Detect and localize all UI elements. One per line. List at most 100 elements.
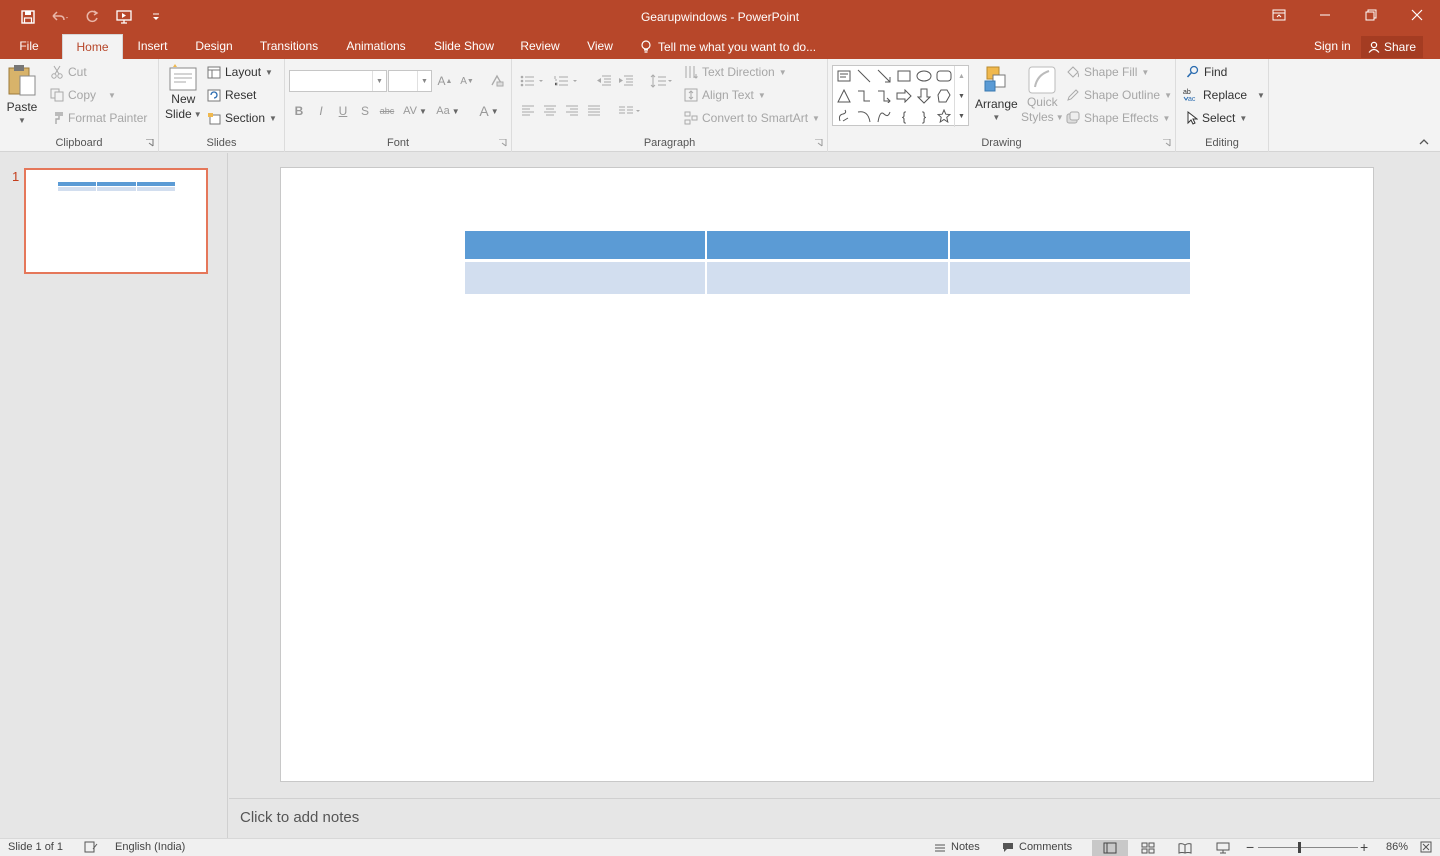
down-arrow-shape-icon[interactable] xyxy=(915,87,933,105)
zoom-out-icon[interactable]: − xyxy=(1246,839,1254,855)
font-name-combo[interactable]: ▼ xyxy=(289,70,387,92)
tab-animations[interactable]: Animations xyxy=(337,34,415,59)
increase-font-size-icon[interactable]: A ▲ xyxy=(435,71,455,91)
slide-thumbnail[interactable] xyxy=(24,168,208,274)
slide-sorter-view-icon[interactable] xyxy=(1130,840,1166,856)
decrease-indent-icon[interactable] xyxy=(594,71,614,91)
paste-button[interactable]: Paste ▼ xyxy=(6,64,38,125)
zoom-level[interactable]: 86% xyxy=(1386,841,1408,853)
sign-in-link[interactable]: Sign in xyxy=(1314,34,1351,59)
pentagon-shape-icon[interactable] xyxy=(935,87,953,105)
slide-show-view-icon[interactable] xyxy=(1205,840,1241,856)
star-shape-icon[interactable] xyxy=(935,107,953,125)
spell-check-icon[interactable] xyxy=(84,841,98,853)
table-cell[interactable] xyxy=(949,231,1190,262)
rectangle-shape-icon[interactable] xyxy=(895,67,913,85)
minimize-icon[interactable] xyxy=(1302,0,1348,30)
gallery-more-icon[interactable]: ▼ xyxy=(955,106,968,126)
drawing-dialog-launcher-icon[interactable] xyxy=(1163,139,1171,147)
language-indicator[interactable]: English (India) xyxy=(115,841,185,853)
shape-effects-button[interactable]: Shape Effects ▼ xyxy=(1066,111,1170,125)
zoom-slider-thumb[interactable] xyxy=(1298,842,1301,853)
table-cell[interactable] xyxy=(949,262,1190,294)
strikethrough-icon[interactable]: abc xyxy=(377,101,397,121)
font-dialog-launcher-icon[interactable] xyxy=(499,139,507,147)
character-spacing-icon[interactable]: AV ▼ xyxy=(401,101,429,121)
change-case-button[interactable]: Aa ▼ xyxy=(433,101,463,121)
justify-icon[interactable] xyxy=(584,101,604,121)
shape-fill-button[interactable]: Shape Fill ▼ xyxy=(1066,65,1149,79)
copy-button[interactable]: Copy ▼ xyxy=(50,88,116,102)
shapes-gallery[interactable]: { } ▲ ▼ ▼ xyxy=(832,65,969,127)
rounded-rectangle-shape-icon[interactable] xyxy=(935,67,953,85)
tab-view[interactable]: View xyxy=(580,34,620,59)
convert-smartart-button[interactable]: Convert to SmartArt ▼ xyxy=(684,111,820,125)
columns-icon[interactable] xyxy=(616,101,644,121)
quick-styles-button[interactable]: Quick Styles ▼ xyxy=(1021,65,1064,125)
collapse-ribbon-icon[interactable] xyxy=(1418,137,1430,147)
left-brace-shape-icon[interactable]: { xyxy=(895,107,913,125)
arc-shape-icon[interactable] xyxy=(855,107,873,125)
right-brace-shape-icon[interactable]: } xyxy=(915,107,933,125)
text-box-shape-icon[interactable] xyxy=(835,67,853,85)
layout-button[interactable]: Layout ▼ xyxy=(207,65,273,79)
tell-me-box[interactable]: Tell me what you want to do... xyxy=(640,34,816,59)
shape-outline-button[interactable]: Shape Outline ▼ xyxy=(1066,88,1172,102)
tab-file[interactable]: File xyxy=(10,34,48,59)
text-shadow-icon[interactable]: S xyxy=(355,101,375,121)
select-button[interactable]: Select ▼ xyxy=(1186,111,1247,125)
notes-pane[interactable]: Click to add notes xyxy=(229,798,1440,838)
arrow-line-shape-icon[interactable] xyxy=(875,67,893,85)
tab-insert[interactable]: Insert xyxy=(130,34,175,59)
right-arrow-shape-icon[interactable] xyxy=(895,87,913,105)
align-text-button[interactable]: Align Text ▼ xyxy=(684,88,766,102)
find-button[interactable]: Find xyxy=(1186,65,1227,79)
table-cell[interactable] xyxy=(707,262,948,294)
table-cell[interactable] xyxy=(465,231,706,262)
numbering-icon[interactable] xyxy=(552,71,582,91)
font-size-dropdown-icon[interactable]: ▼ xyxy=(417,71,431,91)
text-direction-button[interactable]: Text Direction ▼ xyxy=(684,65,787,79)
line-shape-icon[interactable] xyxy=(855,67,873,85)
table-cell[interactable] xyxy=(465,262,706,294)
section-button[interactable]: Section ▼ xyxy=(207,111,277,125)
italic-icon[interactable]: I xyxy=(311,101,331,121)
bold-icon[interactable]: B xyxy=(289,101,309,121)
comments-toggle-button[interactable]: Comments xyxy=(1002,841,1072,853)
slide-canvas[interactable] xyxy=(280,167,1374,782)
oval-shape-icon[interactable] xyxy=(915,67,933,85)
font-color-icon[interactable]: A ▼ xyxy=(475,101,503,121)
normal-view-icon[interactable] xyxy=(1092,840,1128,856)
bullets-icon[interactable] xyxy=(518,71,548,91)
gallery-scroll-up-icon[interactable]: ▲ xyxy=(955,66,968,86)
paragraph-dialog-launcher-icon[interactable] xyxy=(815,139,823,147)
clear-formatting-icon[interactable] xyxy=(487,71,507,91)
tab-review[interactable]: Review xyxy=(514,34,566,59)
underline-icon[interactable]: U xyxy=(333,101,353,121)
zoom-slider[interactable] xyxy=(1258,847,1358,848)
cut-button[interactable]: Cut xyxy=(50,65,87,79)
elbow-arrow-shape-icon[interactable] xyxy=(875,87,893,105)
share-button[interactable]: Share xyxy=(1361,36,1423,58)
reading-view-icon[interactable] xyxy=(1167,840,1203,856)
zoom-in-icon[interactable]: + xyxy=(1360,839,1368,855)
line-spacing-icon[interactable] xyxy=(648,71,676,91)
new-slide-button[interactable]: New Slide ▼ xyxy=(165,64,202,122)
replace-button[interactable]: ab ac Replace ▼ xyxy=(1183,88,1265,102)
close-icon[interactable] xyxy=(1394,0,1440,30)
triangle-shape-icon[interactable] xyxy=(835,87,853,105)
freeform-shape-icon[interactable] xyxy=(835,107,853,125)
ribbon-display-options-icon[interactable] xyxy=(1256,0,1302,30)
font-name-dropdown-icon[interactable]: ▼ xyxy=(372,71,386,91)
align-center-icon[interactable] xyxy=(540,101,560,121)
notes-toggle-button[interactable]: Notes xyxy=(934,841,980,853)
align-left-icon[interactable] xyxy=(518,101,538,121)
curve-shape-icon[interactable] xyxy=(875,107,893,125)
arrange-button[interactable]: Arrange ▼ xyxy=(975,65,1018,122)
table-cell[interactable] xyxy=(707,231,948,262)
decrease-font-size-icon[interactable]: A ▼ xyxy=(457,71,477,91)
slide-table[interactable] xyxy=(463,231,1192,294)
format-painter-button[interactable]: Format Painter xyxy=(50,111,147,125)
tab-transitions[interactable]: Transitions xyxy=(254,34,324,59)
clipboard-dialog-launcher-icon[interactable] xyxy=(146,139,154,147)
